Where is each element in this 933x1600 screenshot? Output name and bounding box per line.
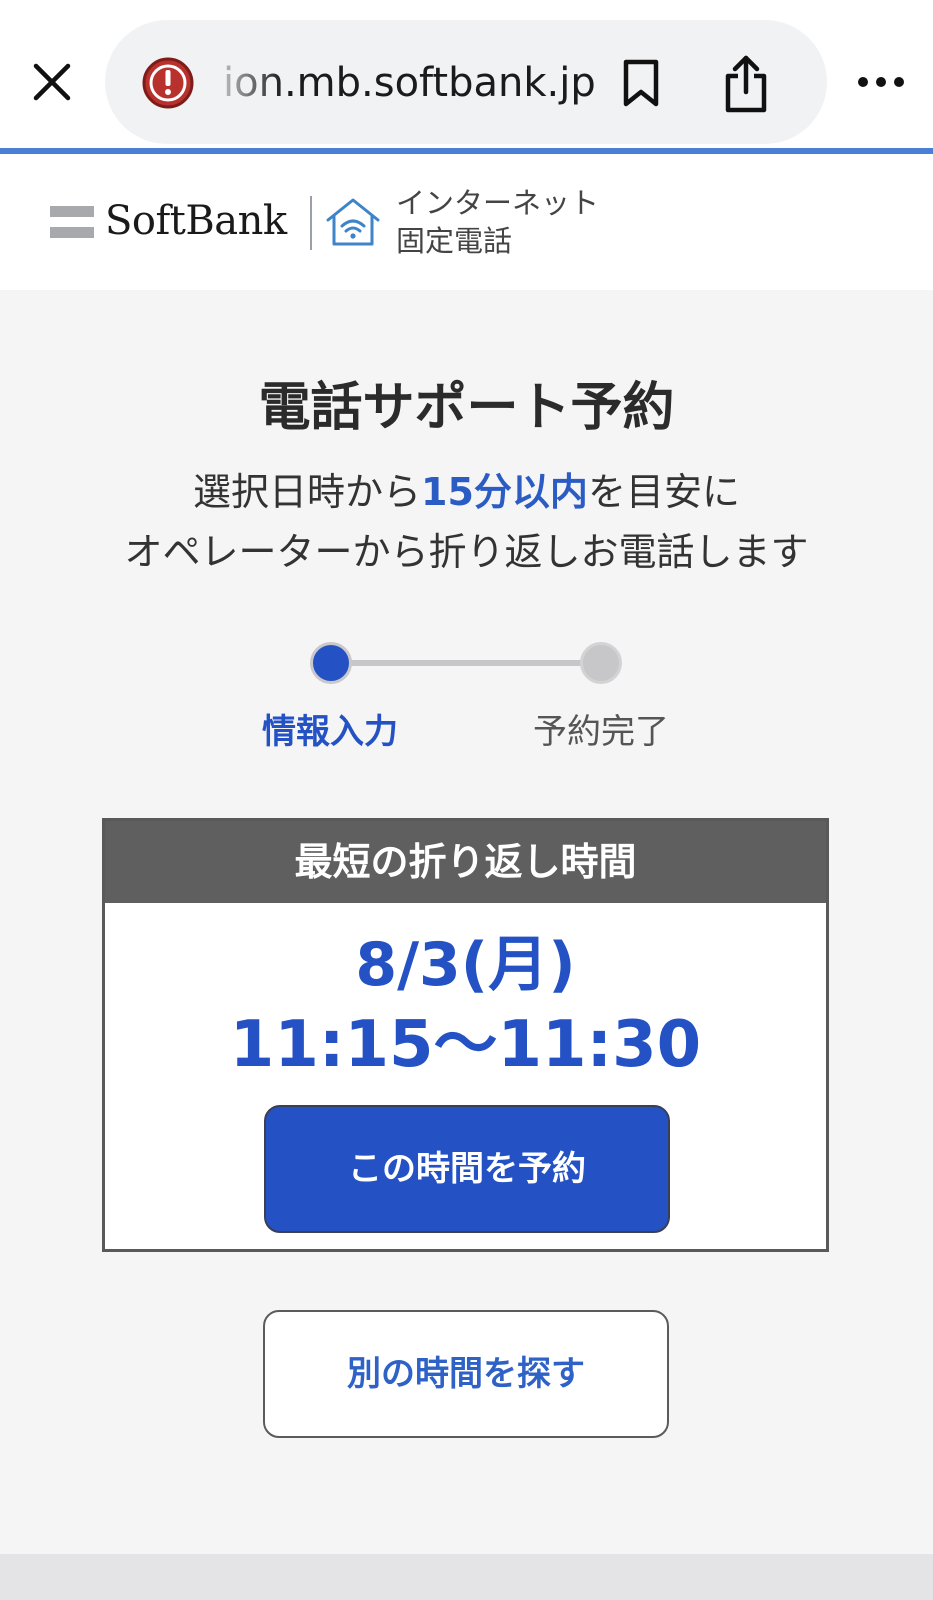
subtitle-pre: 選択日時から <box>193 470 422 514</box>
browser-toolbar: ion.mb.softbank.jp <box>0 0 933 152</box>
site-header: SoftBank インターネット 固定電話 <box>0 154 933 290</box>
subtitle-line1: 選択日時から15分以内を目安に <box>0 462 933 522</box>
card-header: 最短の折り返し時間 <box>105 821 826 903</box>
step-dot-input <box>310 642 352 684</box>
softbank-logo-icon[interactable] <box>50 206 94 238</box>
service-label-line1: インターネット <box>396 186 600 220</box>
subtitle-post: を目安に <box>587 470 740 514</box>
callback-date: 8/3(月) <box>355 930 576 1000</box>
callback-time-range: 11:15〜11:30 <box>229 1008 702 1082</box>
bookmark-button[interactable] <box>610 50 672 116</box>
stepper-line <box>330 660 600 666</box>
header-divider <box>310 196 312 250</box>
share-button[interactable] <box>713 46 779 122</box>
subtitle-highlight: 15分以内 <box>421 470 588 514</box>
home-wifi-icon <box>326 198 380 246</box>
step-label-input: 情報入力 <box>262 712 398 752</box>
footer-band <box>0 1554 933 1600</box>
address-bar[interactable]: ion.mb.softbank.jp <box>105 20 827 144</box>
url-text[interactable]: ion.mb.softbank.jp <box>223 48 603 118</box>
more-icon <box>858 77 904 87</box>
reserve-this-time-button[interactable]: この時間を予約 <box>264 1105 670 1233</box>
share-icon <box>725 55 767 113</box>
service-label-line2: 固定電話 <box>396 224 513 258</box>
find-other-time-button[interactable]: 別の時間を探す <box>263 1310 669 1438</box>
subtitle-line2: オペレーターから折り返しお電話します <box>124 530 809 574</box>
page-subtitle: 選択日時から15分以内を目安に オペレーターから折り返しお電話します <box>0 462 933 582</box>
warning-icon[interactable] <box>141 56 195 110</box>
bookmark-icon <box>623 59 659 107</box>
step-dot-complete <box>580 642 622 684</box>
progress-stepper: 情報入力 予約完了 <box>240 636 680 756</box>
step-label-complete: 予約完了 <box>533 712 669 752</box>
brand-logo-text[interactable]: SoftBank <box>105 196 287 246</box>
close-button[interactable] <box>22 52 82 112</box>
page-title: 電話サポート予約 <box>258 378 675 438</box>
earliest-callback-card: 最短の折り返し時間 8/3(月) 11:15〜11:30 この時間を予約 <box>102 818 829 1252</box>
close-icon <box>33 63 71 101</box>
more-menu-button[interactable] <box>848 60 914 104</box>
service-label: インターネット 固定電話 <box>396 184 599 260</box>
